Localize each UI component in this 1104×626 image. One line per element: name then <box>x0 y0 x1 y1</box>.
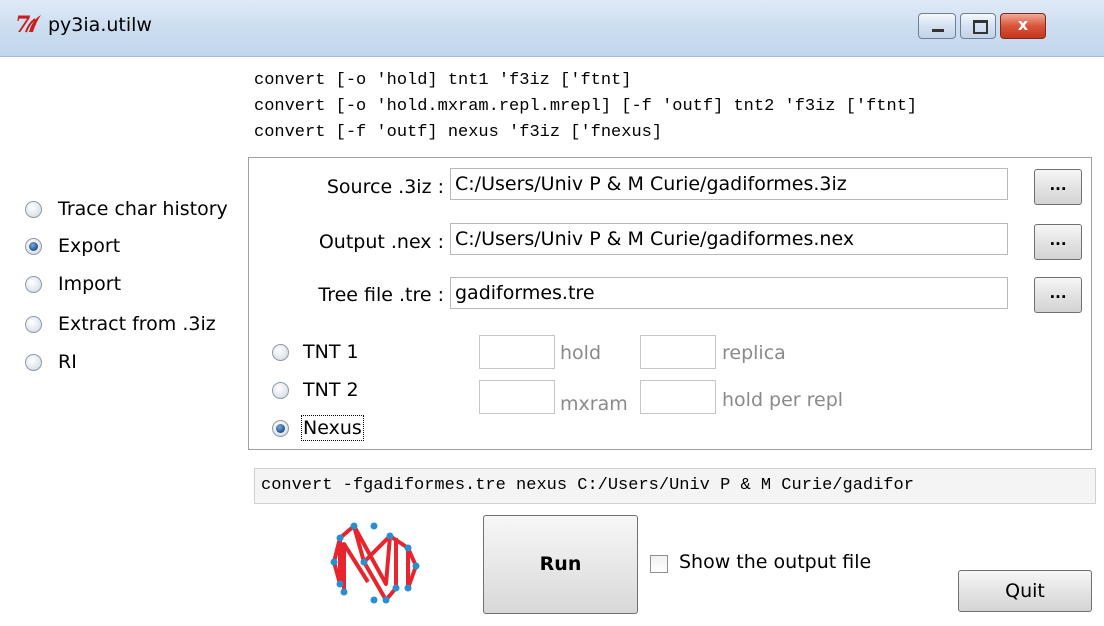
radio-icon[interactable] <box>25 353 42 371</box>
tree-browse-button[interactable]: ... <box>1034 277 1082 313</box>
tree-file-label: Tree file .tre : <box>318 284 444 306</box>
format-label: TNT 1 <box>303 341 359 363</box>
radio-selected-icon[interactable] <box>25 237 42 255</box>
menu-radio-extract[interactable]: Extract from .3iz <box>25 310 216 338</box>
hold-per-repl-label: hold per repl <box>722 389 844 411</box>
usage-line: convert [-o 'hold.mxram.repl.mrepl] [-f … <box>254 97 918 116</box>
radio-icon[interactable] <box>272 381 289 399</box>
menu-radio-export[interactable]: Export <box>25 232 120 260</box>
format-radio-tnt2[interactable]: TNT 2 <box>272 375 359 405</box>
radio-icon[interactable] <box>25 315 42 333</box>
menu-radio-import[interactable]: Import <box>25 270 121 298</box>
usage-line: convert [-o 'hold] tnt1 'f3iz ['ftnt] <box>254 71 632 90</box>
menu-radio-label: RI <box>58 351 77 373</box>
format-label: Nexus <box>301 415 364 441</box>
minimize-icon <box>932 29 944 32</box>
menu-radio-label: Trace char history <box>58 198 228 220</box>
run-button[interactable]: Run <box>483 515 638 614</box>
quit-button[interactable]: Quit <box>958 570 1092 612</box>
format-label: TNT 2 <box>303 379 359 401</box>
show-output-checkbox[interactable] <box>650 555 668 573</box>
close-button[interactable]: x <box>1000 13 1046 39</box>
format-radio-nexus[interactable]: Nexus <box>272 413 364 443</box>
title-bar[interactable]: 7 py3ia.utilw x <box>0 0 1104 57</box>
mxram-label: mxram <box>560 393 628 415</box>
mxram-input[interactable] <box>479 380 555 414</box>
maximize-button[interactable] <box>960 13 996 39</box>
replica-label: replica <box>722 342 786 364</box>
app-logo-icon <box>330 522 420 604</box>
menu-radio-trace-char-history[interactable]: Trace char history <box>25 195 228 223</box>
radio-selected-icon[interactable] <box>272 419 289 437</box>
minimize-button[interactable] <box>918 13 956 39</box>
maximize-icon <box>973 20 988 34</box>
output-label: Output .nex : <box>318 231 444 253</box>
source-path-field[interactable]: C:/Users/Univ P & M Curie/gadiformes.3iz <box>450 168 1008 200</box>
hold-input[interactable] <box>479 335 555 369</box>
close-icon: x <box>1017 15 1029 34</box>
output-path-field[interactable]: C:/Users/Univ P & M Curie/gadiformes.nex <box>450 223 1008 255</box>
format-radio-tnt1[interactable]: TNT 1 <box>272 337 359 367</box>
hold-label: hold <box>560 342 602 364</box>
radio-icon[interactable] <box>25 275 42 293</box>
radio-icon[interactable] <box>25 200 42 218</box>
usage-text: convert [-o 'hold] tnt1 'f3iz ['ftnt] con… <box>254 68 917 146</box>
replica-input[interactable] <box>640 335 716 369</box>
radio-icon[interactable] <box>272 343 289 361</box>
tk-feather-icon: 7 <box>15 12 41 38</box>
source-label: Source .3iz : <box>326 176 444 198</box>
window-title: py3ia.utilw <box>48 14 152 36</box>
show-output-label[interactable]: Show the output file <box>679 551 871 573</box>
menu-radio-label: Extract from .3iz <box>58 313 216 335</box>
usage-line: convert [-f 'outf] nexus 'f3iz ['fnexus] <box>254 123 663 142</box>
source-browse-button[interactable]: ... <box>1034 169 1082 205</box>
menu-radio-label: Export <box>58 235 121 257</box>
output-browse-button[interactable]: ... <box>1034 224 1082 260</box>
tree-file-field[interactable]: gadiformes.tre <box>450 277 1008 309</box>
command-preview-field[interactable]: convert -fgadiformes.tre nexus C:/Users/… <box>254 468 1096 504</box>
hold-per-repl-input[interactable] <box>640 380 716 414</box>
menu-radio-ri[interactable]: RI <box>25 348 77 376</box>
menu-radio-label: Import <box>58 273 122 295</box>
